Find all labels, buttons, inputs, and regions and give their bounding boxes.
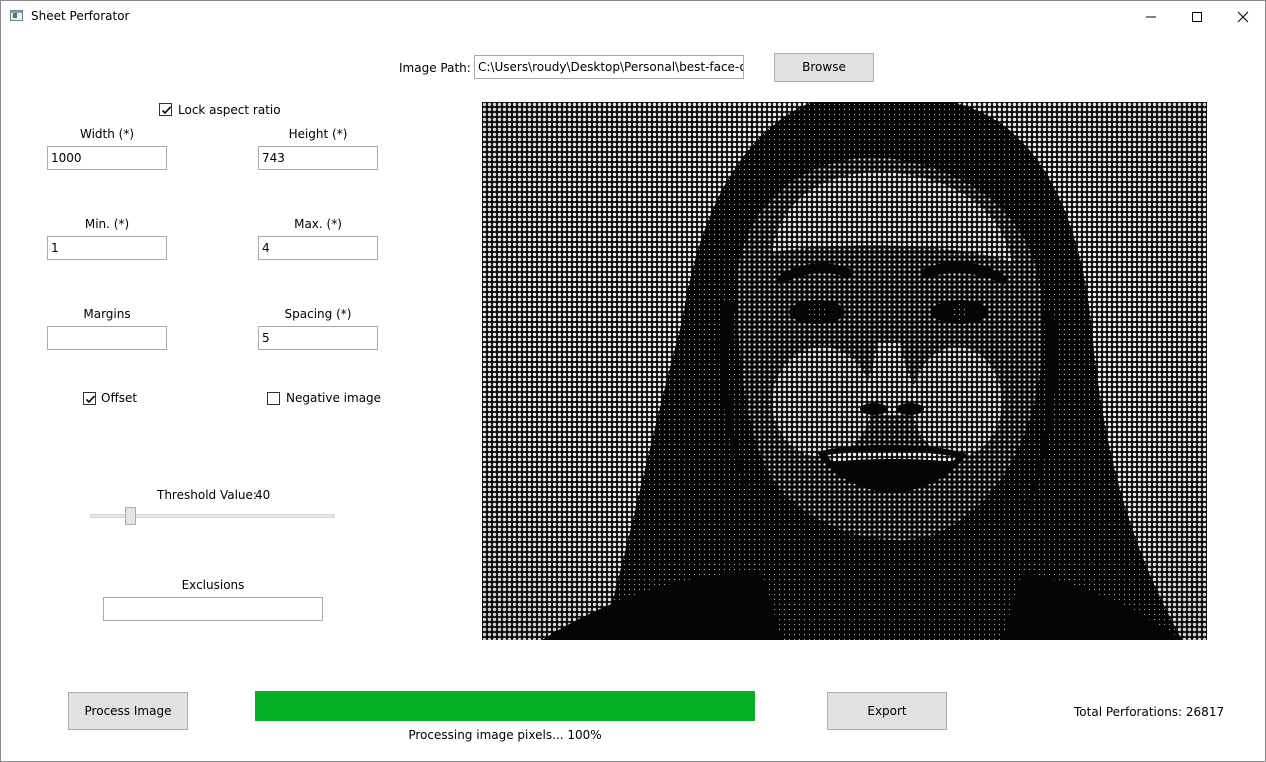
progress-bar-fill bbox=[255, 691, 755, 721]
threshold-slider-thumb[interactable] bbox=[125, 507, 136, 525]
margins-input[interactable] bbox=[47, 326, 167, 350]
lock-aspect-ratio-checkbox[interactable] bbox=[159, 103, 172, 116]
app-icon bbox=[10, 10, 23, 21]
total-perforations: Total Perforations: 26817 bbox=[1074, 705, 1225, 719]
offset-checkbox[interactable] bbox=[83, 392, 96, 405]
image-path-input[interactable]: C:\Users\roudy\Desktop\Personal\best-fac… bbox=[474, 55, 744, 79]
close-button[interactable] bbox=[1220, 1, 1265, 32]
max-input[interactable]: 4 bbox=[258, 236, 378, 260]
width-label: Width (*) bbox=[79, 127, 135, 141]
perforated-image-preview bbox=[482, 102, 1207, 640]
close-icon bbox=[1237, 11, 1249, 23]
process-image-button[interactable]: Process Image bbox=[68, 692, 188, 730]
window-title: Sheet Perforator bbox=[31, 9, 130, 23]
image-path-label: Image Path: bbox=[399, 61, 471, 75]
width-input[interactable]: 1000 bbox=[47, 146, 167, 170]
maximize-button[interactable] bbox=[1174, 1, 1220, 32]
offset-label: Offset bbox=[101, 391, 138, 405]
title-bar: Sheet Perforator bbox=[1, 1, 1265, 32]
spacing-input[interactable]: 5 bbox=[258, 326, 378, 350]
negative-image-checkbox[interactable] bbox=[267, 392, 280, 405]
min-input[interactable]: 1 bbox=[47, 236, 167, 260]
progress-status: Processing image pixels... 100% bbox=[408, 728, 602, 742]
height-label: Height (*) bbox=[288, 127, 348, 141]
min-label: Min. (*) bbox=[84, 217, 130, 231]
perforated-portrait-image bbox=[482, 102, 1207, 640]
browse-button[interactable]: Browse bbox=[774, 53, 874, 82]
negative-image-label: Negative image bbox=[286, 391, 382, 405]
max-label: Max. (*) bbox=[294, 217, 342, 231]
main-window: Sheet Perforator Image Path: C:\Users\ro… bbox=[0, 0, 1266, 762]
minimize-icon bbox=[1146, 16, 1156, 18]
minimize-button[interactable] bbox=[1128, 1, 1174, 32]
checkmark-icon bbox=[161, 106, 172, 115]
threshold-value: 40 bbox=[255, 488, 271, 502]
exclusions-input[interactable] bbox=[103, 597, 323, 621]
lock-aspect-ratio-label: Lock aspect ratio bbox=[178, 103, 281, 117]
checkmark-icon bbox=[85, 395, 96, 404]
exclusions-label: Exclusions bbox=[181, 578, 245, 592]
maximize-icon bbox=[1192, 12, 1202, 22]
margins-label: Margins bbox=[83, 307, 131, 321]
progress-bar bbox=[255, 691, 755, 721]
export-button[interactable]: Export bbox=[827, 692, 947, 730]
spacing-label: Spacing (*) bbox=[284, 307, 352, 321]
height-input[interactable]: 743 bbox=[258, 146, 378, 170]
threshold-label: Threshold Value: bbox=[157, 488, 257, 502]
